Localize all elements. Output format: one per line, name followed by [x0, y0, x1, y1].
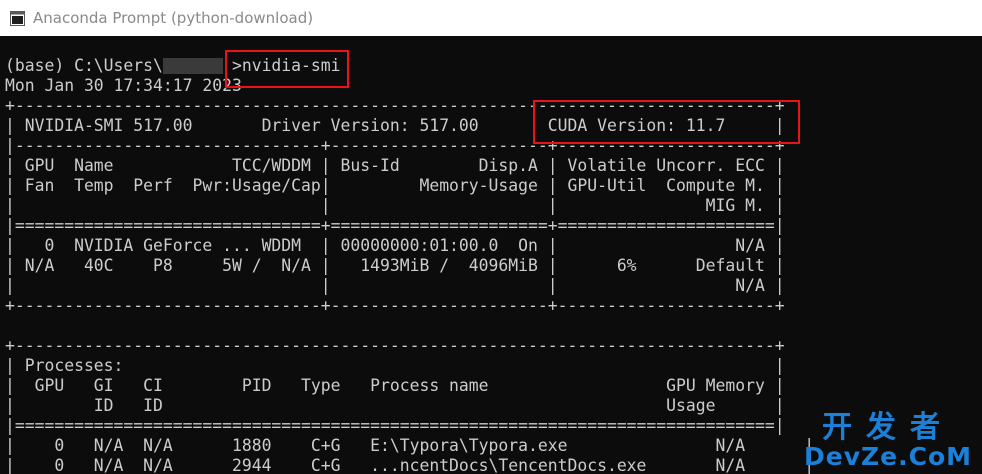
console-line: +-------------------------------+-------… — [5, 296, 785, 315]
console-line-processes-header: | GPU GI CI PID Type Process name GPU Me… — [5, 376, 785, 395]
redacted-username — [163, 58, 223, 74]
console-line-header: | | | MIG M. | — [5, 196, 785, 215]
console-line-header: | GPU Name TCC/WDDM | Bus-Id Disp.A | Vo… — [5, 156, 785, 175]
window-titlebar[interactable]: Anaconda Prompt (python-download) — [0, 0, 982, 37]
console-line: |===============================+=======… — [5, 216, 785, 235]
console-line: +---------------------------------------… — [5, 336, 785, 355]
watermark-latin: DevZe.CoM — [804, 442, 972, 471]
console-line: |=======================================… — [5, 416, 785, 435]
console-line-gpu: | | | N/A | — [5, 276, 785, 295]
console-line-processes-header: | ID ID Usage | — [5, 396, 785, 415]
console-output[interactable]: (base) C:\Users\ >nvidia-smi Mon Jan 30 … — [0, 36, 982, 474]
site-watermark: 开发者 DevZe.CoM — [804, 412, 972, 470]
console-line-processes: | Processes: | — [5, 356, 785, 375]
window-title: Anaconda Prompt (python-download) — [33, 9, 314, 27]
console-line-gpu: | 0 NVIDIA GeForce ... WDDM | 00000000:0… — [5, 236, 785, 255]
console-line-header: | Fan Temp Perf Pwr:Usage/Cap| Memory-Us… — [5, 176, 785, 195]
console-line-gpu: | N/A 40C P8 5W / N/A | 1493MiB / 4096Mi… — [5, 256, 785, 275]
console-line-timestamp: Mon Jan 30 17:34:17 2023 — [5, 76, 242, 95]
watermark-chinese: 开发者 — [822, 410, 954, 445]
console-line-process: | 0 N/A N/A 2944 C+G ...ncentDocs\Tencen… — [5, 456, 815, 474]
console-line: +---------------------------------------… — [5, 96, 785, 115]
console-line-version: | NVIDIA-SMI 517.00 Driver Version: 517.… — [5, 116, 785, 135]
console-line: |-------------------------------+-------… — [5, 136, 785, 155]
console-line-process: | 0 N/A N/A 1880 C+G E:\Typora\Typora.ex… — [5, 436, 815, 455]
terminal-icon — [10, 10, 25, 26]
